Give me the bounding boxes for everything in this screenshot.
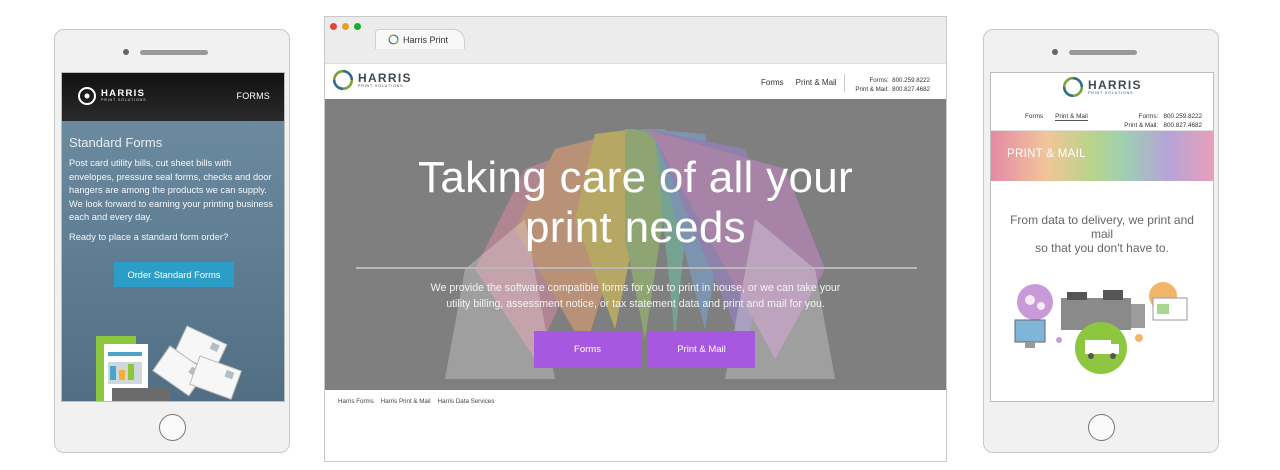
section-title: Standard Forms <box>69 135 163 150</box>
tagline: From data to delivery, we print and mail… <box>991 213 1213 255</box>
phone-home-button <box>1088 414 1115 441</box>
footer-link-harris-data-services[interactable]: Harris Data Services <box>438 398 495 405</box>
banner-title: PRINT & MAIL <box>1007 148 1086 160</box>
mobile-header: HARRIS PRINT SOLUTIONS FORMS <box>62 73 284 121</box>
minimize-window-icon[interactable] <box>342 23 349 30</box>
tagline-line2: so that you don't have to. <box>1035 241 1169 255</box>
hero-title: Taking care of all your print needs <box>325 153 946 253</box>
contact-label: Forms: <box>869 77 889 84</box>
phone-speaker <box>140 50 208 55</box>
harris-logo[interactable]: HARRIS PRINT SOLUTIONS <box>1062 76 1142 98</box>
forms-button[interactable]: Forms <box>534 331 641 368</box>
hero-section: Taking care of all your print needs We p… <box>325 99 946 390</box>
forms-illustration <box>96 325 242 401</box>
phone-home-button <box>159 414 186 441</box>
contact-phone[interactable]: 800.259.8222 <box>892 77 930 84</box>
logo-wordmark: HARRIS <box>101 87 146 99</box>
nav-print-mail[interactable]: Print & Mail <box>1055 113 1088 121</box>
phone-speaker <box>1069 50 1137 55</box>
nav-forms[interactable]: FORMS <box>237 91 271 101</box>
logo-subtext: PRINT SOLUTIONS <box>101 98 147 103</box>
left-phone-mockup: HARRIS PRINT SOLUTIONS FORMS Standard Fo… <box>54 29 290 453</box>
harris-logo[interactable]: HARRIS PRINT SOLUTIONS <box>332 69 412 91</box>
mobile-nav: Forms Print & Mail <box>1025 113 1088 121</box>
close-window-icon[interactable] <box>330 23 337 30</box>
nav-forms[interactable]: Forms <box>1025 113 1043 121</box>
footer-link-harris-forms[interactable]: Harris Forms <box>338 398 374 405</box>
mobile-header: HARRIS PRINT SOLUTIONS Forms Print & Mai… <box>991 73 1213 131</box>
harris-logo-icon <box>332 69 354 91</box>
footer-links: Harris Forms Harris Print & Mail Harris … <box>338 398 494 405</box>
browser-tab[interactable]: Harris Print <box>375 29 465 49</box>
harris-logo-icon <box>78 87 96 105</box>
hero-title-line2: print needs <box>524 203 746 252</box>
print-mail-button[interactable]: Print & Mail <box>648 331 755 368</box>
hero-title-line1: Taking care of all your <box>418 153 853 202</box>
phone-camera <box>123 49 129 55</box>
section-body: Post card utility bills, cut sheet bills… <box>69 158 273 223</box>
order-prompt: Ready to place a standard form order? <box>69 231 229 242</box>
logo-subtext: PRINT SOLUTIONS <box>1088 90 1134 95</box>
contact-phone[interactable]: 800.827.4682 <box>892 86 930 93</box>
favicon-icon <box>388 34 399 45</box>
harris-logo-icon <box>1062 76 1084 98</box>
nav-forms[interactable]: Forms <box>761 78 784 87</box>
contact-info: Forms: 800.259.8222 Print & Mail: 800.82… <box>855 77 930 94</box>
phone-camera <box>1052 49 1058 55</box>
maximize-window-icon[interactable] <box>354 23 361 30</box>
contact-label: Print & Mail: <box>855 85 889 93</box>
browser-chrome: Harris Print <box>325 17 946 64</box>
contact-phone[interactable]: 800.827.4682 <box>1163 122 1202 129</box>
right-phone-mockup: HARRIS PRINT SOLUTIONS Forms Print & Mai… <box>983 29 1219 453</box>
contact-phone[interactable]: 800.259.8222 <box>1163 113 1202 120</box>
logo-subtext: PRINT SOLUTIONS <box>358 83 404 88</box>
hero-description: We provide the software compatible forms… <box>430 282 841 310</box>
footer-link-harris-print-mail[interactable]: Harris Print & Mail <box>381 398 431 405</box>
main-nav: Forms Print & Mail <box>761 78 837 87</box>
contact-label: Print & Mail: <box>1124 122 1159 129</box>
right-phone-screen: HARRIS PRINT SOLUTIONS Forms Print & Mai… <box>990 72 1214 402</box>
standard-forms-section: Standard Forms Post card utility bills, … <box>62 121 284 401</box>
site-header: HARRIS PRINT SOLUTIONS Forms Print & Mai… <box>325 64 946 99</box>
logo-wordmark: HARRIS <box>358 70 412 85</box>
contact-label: Forms: <box>1138 113 1159 120</box>
harris-logo[interactable]: HARRIS PRINT SOLUTIONS <box>77 86 146 106</box>
contact-info: Forms: 800.259.8222 Print & Mail: 800.82… <box>1124 112 1202 130</box>
nav-print-mail[interactable]: Print & Mail <box>796 78 837 87</box>
print-mail-banner: PRINT & MAIL <box>991 131 1213 181</box>
tagline-line1: From data to delivery, we print and mail <box>1010 213 1194 241</box>
left-phone-screen: HARRIS PRINT SOLUTIONS FORMS Standard Fo… <box>61 72 285 402</box>
nav-divider <box>844 74 845 92</box>
logo-wordmark: HARRIS <box>1088 77 1142 92</box>
print-mail-illustration <box>1014 282 1188 374</box>
browser-window: Harris Print HARRIS PRINT SOLUTIONS Form… <box>324 16 947 462</box>
tab-title: Harris Print <box>403 34 449 45</box>
hero-divider <box>356 267 917 269</box>
order-standard-forms-button[interactable]: Order Standard Forms <box>114 262 234 287</box>
